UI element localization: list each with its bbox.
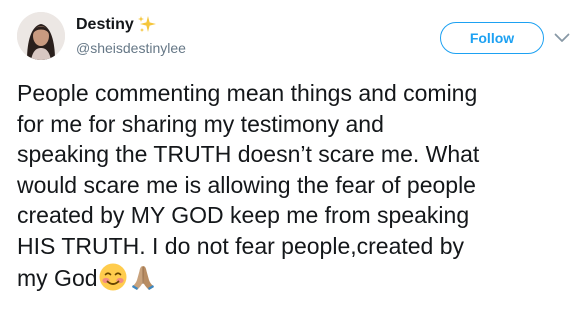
tweet-text-line: created by MY GOD keep me from speaking — [17, 202, 470, 229]
follow-button[interactable]: Follow — [440, 22, 544, 54]
tweet-text-line: would scare me is allowing the fear of p… — [17, 171, 476, 198]
tweet-text: People commenting mean things and coming… — [17, 78, 577, 292]
sparkles-icon — [137, 15, 157, 35]
author-name-row[interactable]: Destiny — [76, 14, 157, 36]
chevron-down-icon[interactable] — [552, 28, 572, 48]
avatar[interactable] — [17, 12, 65, 60]
tweet-text-line: speaking the TRUTH doesn’t scare me. Wha… — [17, 141, 480, 168]
user-handle[interactable]: @sheisdestinylee — [76, 39, 186, 57]
tweet-card: Destiny @sheisdestinylee Follow People c… — [0, 0, 584, 318]
folded-hands-icon — [128, 262, 158, 292]
tweet-text-last-line: my God — [17, 262, 577, 293]
display-name[interactable]: Destiny — [76, 15, 134, 35]
tweet-text-line: People commenting mean things and coming — [17, 80, 478, 106]
smiling-face-icon — [98, 262, 128, 292]
tweet-text-line: for me for sharing my testimony and — [17, 110, 384, 137]
tweet-text-line: my God — [17, 264, 98, 291]
tweet-text-line: HIS TRUTH. I do not fear people,created … — [17, 232, 465, 259]
